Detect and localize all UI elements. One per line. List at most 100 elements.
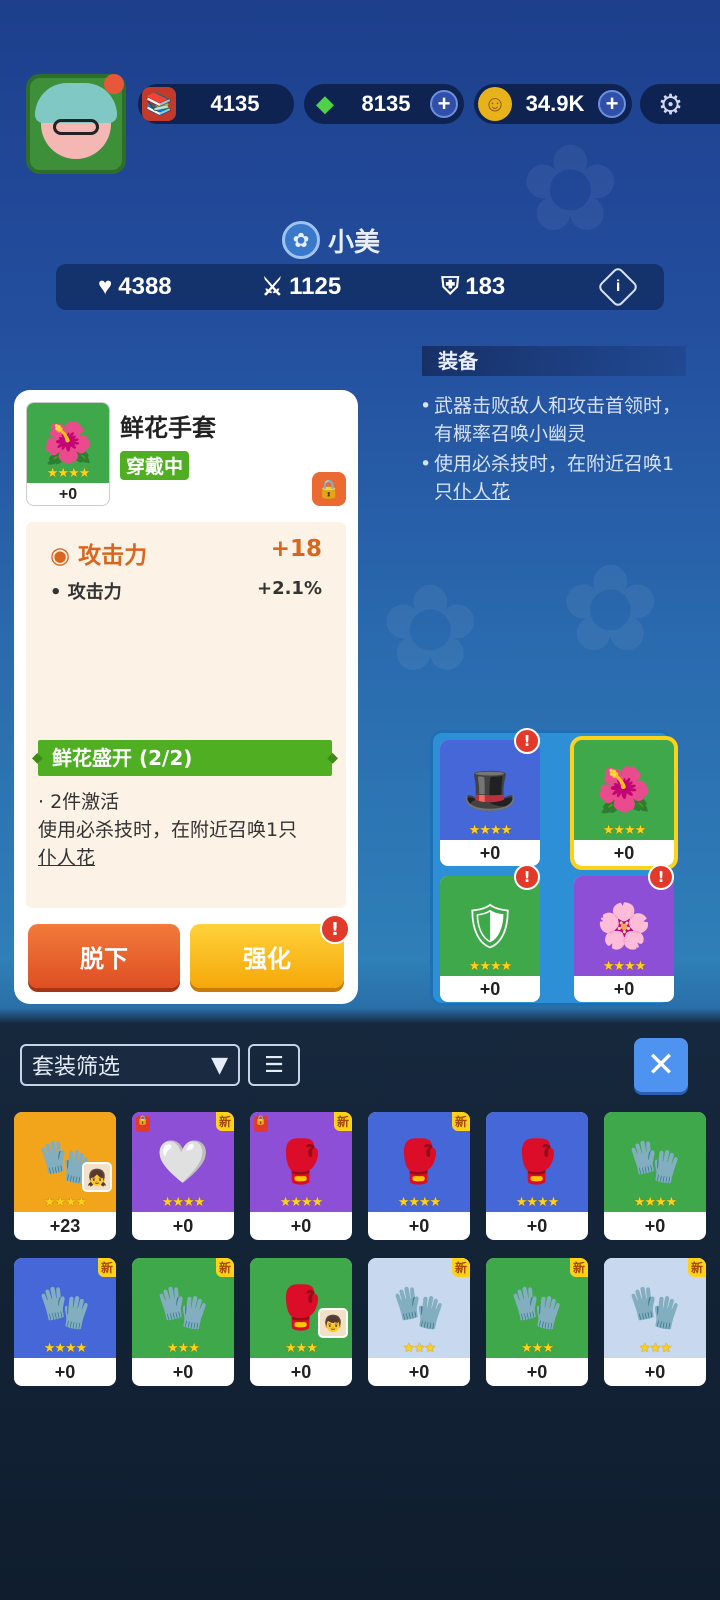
set-bonus-bar: 鲜花盛开 (2/2) [32,740,338,776]
attack-value: 1125 [289,273,342,300]
attack-stat: ⚔ 1125 [262,273,342,302]
yellow-glove-icon: 🧤 ★★★★ [604,1112,706,1212]
sword-icon: ⚔ [261,273,284,301]
coins-value: 34.9K [525,91,585,116]
equip-slot-hat[interactable]: 🎩 ★★★★ +0 [440,740,540,866]
item-thumbnail: 🌺 ★★★★ +0 [26,402,110,506]
sub-stat-label: 攻击力 [67,582,122,603]
white-glove-icon: 🤍 🔒 新 ★★★★ [132,1112,234,1212]
inventory-item[interactable]: 🧤 ★★★★ +0 [604,1112,706,1240]
hp-stat: ♥ 4388 [98,273,172,301]
servant-flower-link[interactable]: 仆人花 [38,847,95,869]
close-button[interactable]: ✕ [634,1038,688,1092]
add-gems-button[interactable]: + [430,90,458,118]
sort-icon: ☰ [264,1052,284,1078]
gems-value: 8135 [361,91,411,116]
hero-portrait-icon: 👧 [82,1162,112,1192]
inventory-item[interactable]: 🧤 新 ★★★ +0 [368,1258,470,1386]
inventory-item[interactable]: 🥊 🔒 新 ★★★★ +0 [250,1112,352,1240]
gem-icon: ◆ [316,91,334,116]
ice-glove-icon: 🧤 新 ★★★ [368,1258,470,1358]
hero-name: 小美 [328,227,381,258]
flower-glove-icon: 🌺 ★★★★ [574,740,674,840]
hero-portrait-icon: 👦 [318,1308,348,1338]
star-rating: ★★★★ [46,466,91,481]
inventory-item[interactable]: 🤍 🔒 新 ★★★★ +0 [132,1112,234,1240]
info-button[interactable]: i [597,265,640,309]
settings-button[interactable]: ⚙ [640,84,720,124]
lock-icon: 🔒 [317,478,341,500]
sub-stat-value: +2.1% [256,578,322,599]
set-bonus-text: · 2件激活 使用必杀技时，在附近召唤1只 仆人花 [38,788,338,872]
inventory-item[interactable]: 🧤 新 ★★★ +0 [604,1258,706,1386]
defense-value: 183 [465,273,506,300]
background-flower-icon: ✿ [560,540,661,679]
background-flower-icon: ✿ [520,120,621,259]
set-filter-dropdown[interactable]: 套装筛选 ▼ [20,1044,240,1086]
close-icon: ✕ [646,1045,676,1085]
dark-green-glove-icon: 🧤 新 ★★★ [604,1258,706,1358]
equip-description: 武器击败敌人和攻击首领时，有概率召唤小幽灵 使用必杀技时，在附近召唤1只仆人花 [420,392,690,508]
inventory-item[interactable]: 🧤 新 ★★★★ +0 [14,1258,116,1386]
add-coins-button[interactable]: + [598,90,626,118]
gems-resource: ◆ 8135 + [304,84,464,124]
red-glove-icon: 🥊 新 ★★★★ [368,1112,470,1212]
shield-icon: ⛨ [441,273,460,300]
target-icon: ◉ [50,543,71,569]
books-value: 4135 [210,91,260,116]
inventory-item[interactable]: 🧤 👧 ★★★★ +23 [14,1112,116,1240]
boots-alert-badge: ! [648,864,674,890]
item-level: +0 [58,486,78,503]
unequip-button[interactable]: 脱下 [28,924,180,988]
spiked-glove-icon: 🥊 🔒 新 ★★★★ [250,1112,352,1212]
enhance-alert-badge: ! [320,914,350,944]
avatar-face [35,83,117,159]
info-icon: i [616,277,621,295]
main-stat-label: 攻击力 [78,543,148,569]
lock-button[interactable]: 🔒 [312,472,346,506]
inventory-item[interactable]: 🧤 新 ★★★ +0 [486,1258,588,1386]
yellow-glove-icon: 🧤 👧 ★★★★ [14,1112,116,1212]
inventory-item[interactable]: 🧤 新 ★★★ +0 [132,1258,234,1386]
hero-stats-bar: ♥ 4388 ⚔ 1125 ⛨ 183 i [56,264,664,310]
books-resource: 📚 4135 [138,84,294,124]
set-desc: 使用必杀技时，在附近召唤1只 仆人花 [38,819,298,869]
notification-dot [104,74,124,94]
equip-slot-armor[interactable]: 🛡 ★★★★ +0 [440,876,540,1002]
coins-resource: ☺ 34.9K + [474,84,632,124]
hp-value: 4388 [118,273,172,300]
heart-icon: ♥ [98,273,113,300]
main-stat-row: ◉ 攻击力 +18 [50,536,322,570]
red-glove-icon: 🥊 👦 ★★★ [250,1258,352,1358]
hero-name-row: ✿ 小美 [282,220,380,260]
filter-label: 套装筛选 [32,1055,121,1080]
equip-section-title: 装备 [422,346,686,376]
sub-stat-row: • 攻击力 +2.1% [50,578,322,603]
main-stat-value: +18 [270,536,322,562]
set-pieces: 2件激活 [50,791,120,813]
gear-icon: ⚙ [658,87,684,121]
flower-glove-icon: 🌺 ★★★★ [27,403,109,483]
equip-desc-line: 使用必杀技时，在附近召唤1只仆人花 [420,450,690,506]
inventory-item[interactable]: 🥊 新 ★★★★ +0 [368,1112,470,1240]
equip-desc-line: 武器击败敌人和攻击首领时，有概率召唤小幽灵 [420,392,690,448]
book-stack-icon: 📚 [142,87,176,121]
armor-icon: 🛡 ★★★★ [440,876,540,976]
lock-icon: 🔒 [254,1116,268,1132]
servant-flower-link[interactable]: 仆人花 [453,481,510,503]
wizard-hat-icon: 🎩 ★★★★ [440,740,540,840]
armor-alert-badge: ! [514,864,540,890]
inventory-item[interactable]: 🥊 ★★★★ +0 [486,1112,588,1240]
sort-button[interactable]: ☰ [248,1044,300,1086]
equip-slot-gloves[interactable]: 🌺 ★★★★ +0 [570,736,678,870]
red-glove-icon: 🥊 ★★★★ [486,1112,588,1212]
item-name: 鲜花手套 [120,414,216,442]
background-flower-icon: ✿ [380,560,481,699]
inventory-item[interactable]: 🥊 👦 ★★★ +0 [250,1258,352,1386]
flower-badge-icon: ✿ [282,221,320,259]
chevron-down-icon: ▼ [211,1052,228,1078]
golden-glove-icon: 🧤 新 ★★★ [132,1258,234,1358]
hat-alert-badge: ! [514,728,540,754]
defense-stat: ⛨ 183 [441,273,505,301]
equip-slot-boots[interactable]: 🌸 ★★★★ +0 [574,876,674,1002]
